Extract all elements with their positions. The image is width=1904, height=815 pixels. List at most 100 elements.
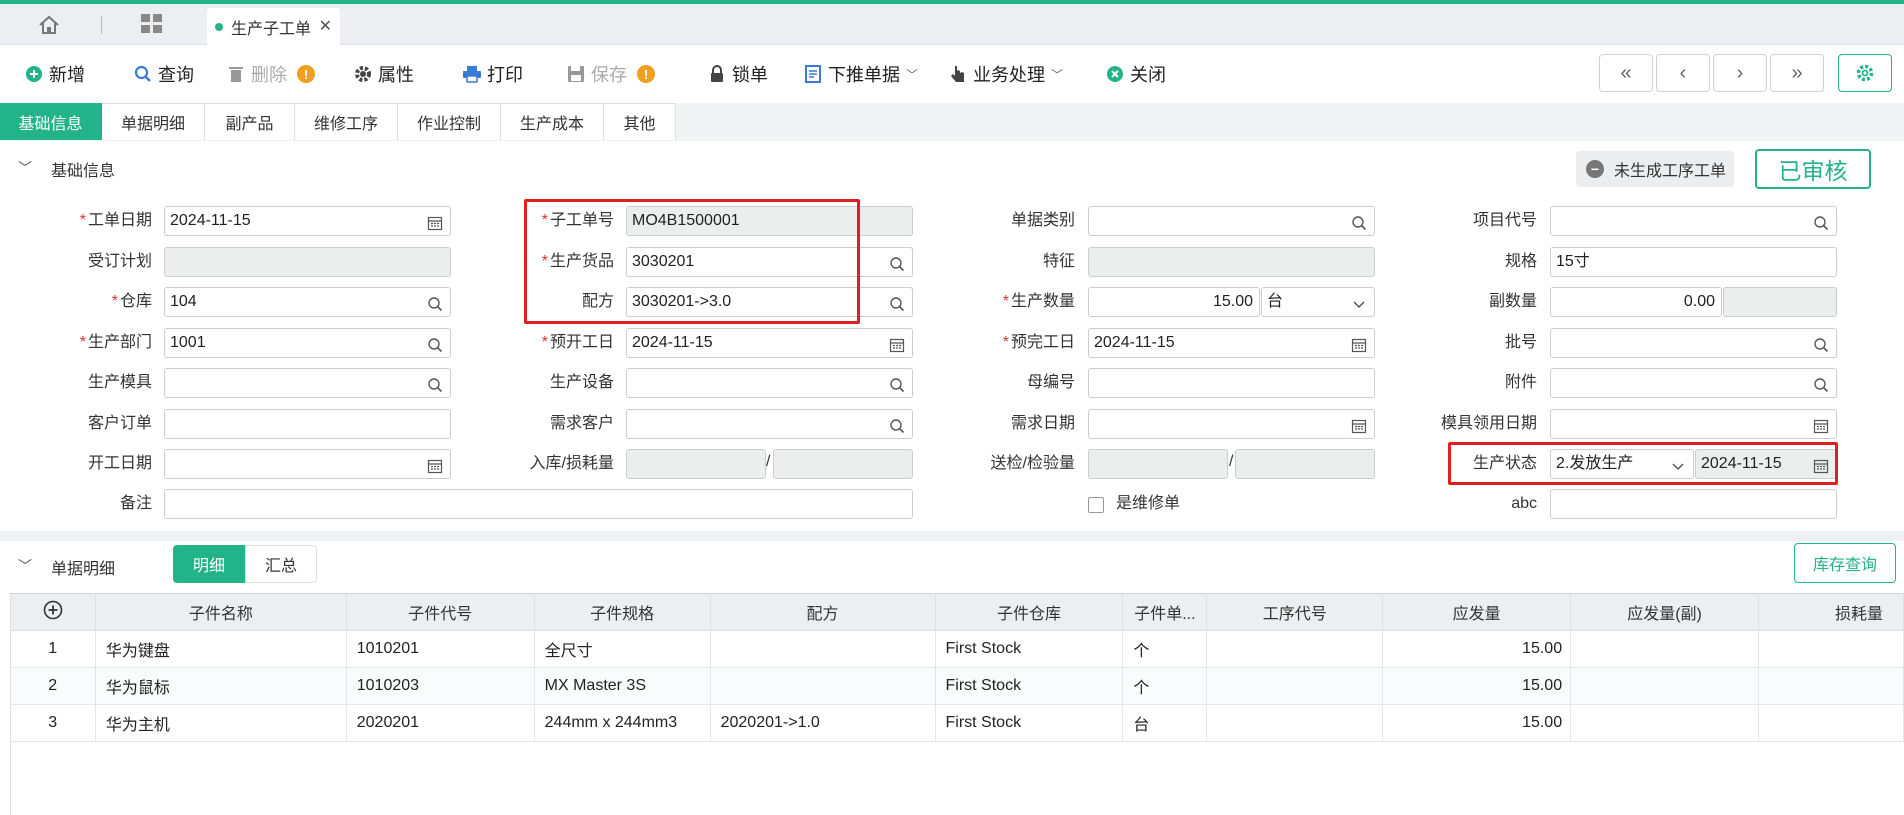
plan-start-input[interactable]: 2024-11-15 [626, 328, 913, 358]
cell-process-code[interactable] [1206, 704, 1384, 742]
add-row-button[interactable] [10, 593, 96, 631]
search-icon[interactable] [889, 294, 905, 312]
first-record-button[interactable]: « [1599, 54, 1653, 92]
remark-input[interactable] [164, 489, 913, 519]
tab-job-control[interactable]: 作业控制 [398, 103, 501, 140]
plan-end-input[interactable]: 2024-11-15 [1088, 328, 1375, 358]
close-button[interactable]: 关闭 [1105, 61, 1166, 87]
cell-formula[interactable] [710, 667, 936, 705]
column-header[interactable]: 应发量(副) [1570, 593, 1759, 631]
order-date-input[interactable]: 2024-11-15 [164, 206, 451, 236]
calendar-icon[interactable] [427, 213, 443, 231]
parent-no-input[interactable] [1088, 368, 1375, 398]
unit-select[interactable]: 台 [1261, 287, 1375, 317]
cell-code[interactable]: 1010203 [346, 667, 535, 705]
dept-input[interactable]: 1001 [164, 328, 451, 358]
collapse-chevron-icon[interactable]: ﹀ [18, 158, 32, 178]
tab-production-cost[interactable]: 生产成本 [501, 103, 604, 140]
cell-issue-qty-sub[interactable] [1570, 704, 1759, 742]
add-button[interactable]: 新增 [24, 61, 85, 87]
cell-spec[interactable]: 244mm x 244mm3 [534, 704, 711, 742]
cell-issue-qty[interactable]: 15.00 [1382, 704, 1572, 742]
calendar-icon[interactable] [1813, 416, 1829, 434]
last-record-button[interactable]: » [1770, 54, 1824, 92]
cell-unit[interactable]: 台 [1122, 704, 1208, 742]
cell-warehouse[interactable]: First Stock [935, 630, 1124, 668]
calendar-icon[interactable] [1351, 335, 1367, 353]
cell-process-code[interactable] [1206, 667, 1384, 705]
equipment-input[interactable] [626, 368, 913, 398]
search-icon[interactable] [889, 375, 905, 393]
calendar-icon[interactable] [889, 335, 905, 353]
apps-grid-icon[interactable] [140, 13, 166, 37]
cell-name[interactable]: 华为鼠标 [95, 667, 347, 705]
cell-process-code[interactable] [1206, 630, 1384, 668]
properties-button[interactable]: 属性 [353, 61, 414, 87]
cell-loss-qty[interactable] [1758, 630, 1904, 668]
tab-document-detail[interactable]: 单据明细 [102, 103, 205, 140]
send-inspect-input[interactable] [1088, 449, 1228, 479]
in-qty-input[interactable] [626, 449, 766, 479]
home-icon[interactable] [36, 13, 62, 37]
doc-type-input[interactable] [1088, 206, 1375, 236]
tab-detail[interactable]: 明细 [173, 545, 245, 583]
column-header[interactable]: 子件名称 [94, 593, 347, 631]
column-header[interactable]: 配方 [709, 593, 936, 631]
mold-use-date-input[interactable] [1550, 409, 1837, 439]
column-header[interactable]: 应发量 [1382, 593, 1572, 631]
demand-date-input[interactable] [1088, 409, 1375, 439]
cell-code[interactable]: 2020201 [346, 704, 535, 742]
warehouse-input[interactable]: 104 [164, 287, 451, 317]
feature-input[interactable] [1088, 247, 1375, 277]
tab-other[interactable]: 其他 [604, 103, 676, 140]
lock-order-button[interactable]: 锁单 [707, 61, 768, 87]
spec-input[interactable]: 15寸 [1550, 247, 1837, 277]
cell-warehouse[interactable]: First Stock [935, 667, 1124, 705]
search-icon[interactable] [889, 254, 905, 272]
cell-loss-qty[interactable] [1758, 667, 1904, 705]
column-header[interactable]: 子件仓库 [934, 593, 1124, 631]
print-button[interactable]: 打印 [462, 61, 523, 87]
start-date-input[interactable] [164, 449, 451, 479]
cell-issue-qty-sub[interactable] [1570, 630, 1759, 668]
save-button[interactable]: 保存 ! [566, 61, 655, 87]
search-icon[interactable] [1813, 375, 1829, 393]
customer-order-input[interactable] [164, 409, 451, 439]
quantity-input[interactable]: 15.00 [1088, 287, 1260, 317]
column-header[interactable]: 子件规格 [533, 593, 711, 631]
tab-production-sub-order[interactable]: 生产子工单 ✕ [207, 8, 340, 45]
table-row[interactable]: 3 华为主机 2020201 244mm x 244mm3 2020201->1… [10, 704, 1904, 742]
mold-input[interactable] [164, 368, 451, 398]
calendar-icon[interactable] [1351, 416, 1367, 434]
cell-unit[interactable]: 个 [1122, 630, 1208, 668]
cell-name[interactable]: 华为主机 [95, 704, 347, 742]
search-icon[interactable] [1813, 335, 1829, 353]
loss-qty-input[interactable] [773, 449, 913, 479]
tab-repair-process[interactable]: 维修工序 [295, 103, 398, 140]
batch-input[interactable] [1550, 328, 1837, 358]
cell-formula[interactable]: 2020201->1.0 [710, 704, 936, 742]
cell-issue-qty[interactable]: 15.00 [1382, 630, 1572, 668]
cell-unit[interactable]: 个 [1122, 667, 1208, 705]
settings-button[interactable] [1838, 54, 1892, 92]
cell-issue-qty[interactable]: 15.00 [1382, 667, 1572, 705]
cell-spec[interactable]: 全尺寸 [534, 630, 711, 668]
column-header[interactable]: 损耗量 [1757, 593, 1904, 631]
next-record-button[interactable]: › [1713, 54, 1767, 92]
cell-code[interactable]: 1010201 [346, 630, 535, 668]
push-down-button[interactable]: 下推单据 ﹀ [803, 61, 918, 87]
column-header[interactable]: 子件单... [1122, 593, 1208, 631]
cell-name[interactable]: 华为键盘 [95, 630, 347, 668]
column-header[interactable]: 工序代号 [1206, 593, 1384, 631]
tab-by-products[interactable]: 副产品 [205, 103, 295, 140]
table-row[interactable]: 1 华为键盘 1010201 全尺寸 First Stock 个 15.00 [10, 630, 1904, 668]
cell-warehouse[interactable]: First Stock [935, 704, 1124, 742]
sub-unit-input[interactable] [1723, 287, 1837, 317]
cell-formula[interactable] [710, 630, 936, 668]
search-icon[interactable] [427, 375, 443, 393]
tab-basic-info[interactable]: 基础信息 [0, 103, 102, 140]
project-code-input[interactable] [1550, 206, 1837, 236]
cell-issue-qty-sub[interactable] [1570, 667, 1759, 705]
cell-loss-qty[interactable] [1758, 704, 1904, 742]
cell-spec[interactable]: MX Master 3S [534, 667, 711, 705]
